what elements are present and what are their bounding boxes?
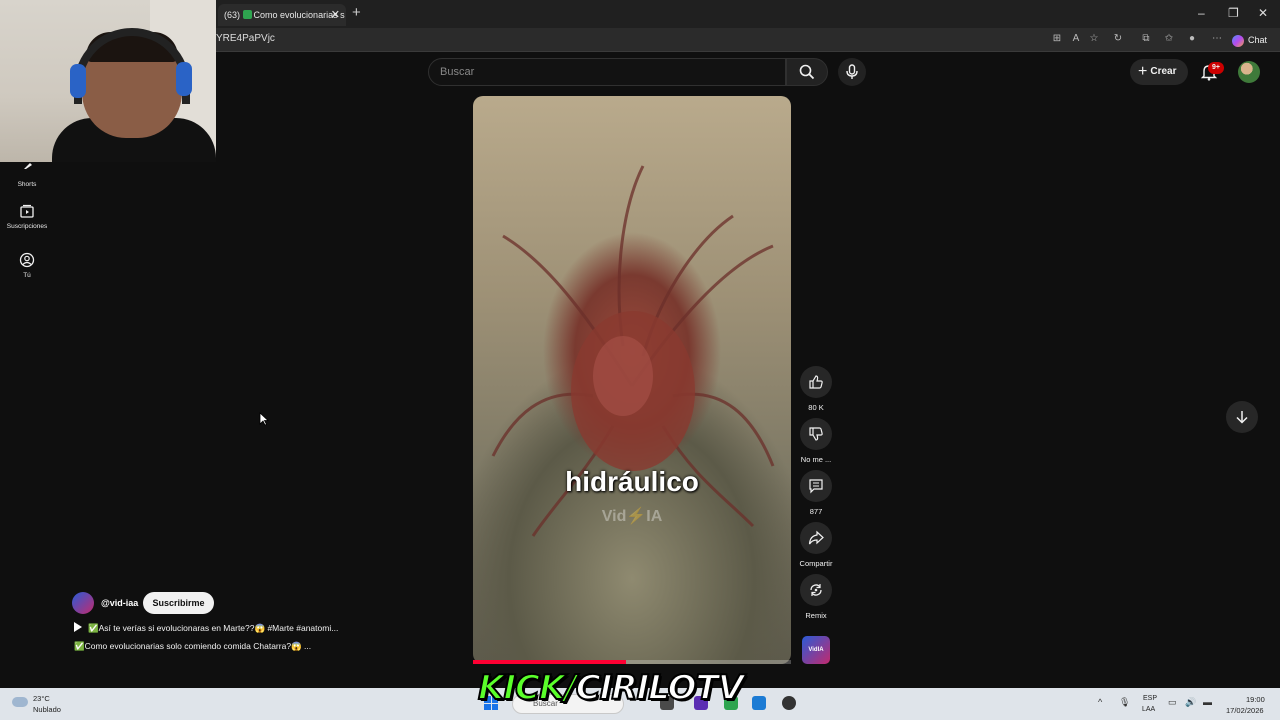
comments-button[interactable] [800,470,832,502]
copilot-chat-button[interactable]: Chat [1232,31,1276,49]
shorts-icon [24,163,32,169]
video-title[interactable]: ✅Como evolucionarias solo comiendo comid… [74,641,311,652]
tab-close-icon[interactable]: ✕ [331,4,340,26]
you-icon [19,252,35,268]
subscribe-button[interactable]: Suscribirme [143,592,214,614]
weather-condition[interactable]: Nublado [33,705,61,714]
clock-time[interactable]: 19:00 [1246,695,1265,704]
webcam-overlay [0,0,216,162]
copilot-icon [1232,34,1244,47]
shorts-video-player[interactable] [473,96,791,664]
channel-thumbnail-button[interactable]: VidIA [802,636,830,664]
create-button[interactable]: + Crear [1130,59,1188,85]
share-icon [808,530,824,545]
search-input[interactable]: Buscar [428,58,786,86]
language-indicator[interactable]: ESP [1143,695,1157,702]
comment-count: 877 [809,507,823,516]
channel-branding-text: CIRILOTV [575,667,745,709]
keyboard-layout[interactable]: LAA [1142,706,1155,713]
stream-branding-overlay: KICK/CIRILOTV [477,667,745,709]
remix-icon [810,584,822,596]
weather-temperature[interactable]: 23°C [33,694,50,703]
play-icon [74,622,82,632]
video-caption: hidráulico [565,466,699,497]
channel-handle[interactable]: @vid-iaa [101,598,138,608]
sidebar-item-label: Tú [23,272,31,279]
search-icon [799,64,815,80]
close-icon[interactable]: ✕ [1258,4,1268,22]
minimize-icon[interactable]: – [1198,4,1205,22]
microphone-icon [846,64,858,79]
video-watermark: Vid⚡IA [601,508,663,525]
playlist-title: ✅Así te verías si evolucionaras en Marte… [88,623,339,633]
arrow-down-icon [1236,411,1248,424]
check-icon [242,10,252,19]
dislike-label: No me ... [800,455,832,464]
thumbs-up-icon [809,375,823,389]
extensions-icon[interactable]: ⧉ [1139,32,1153,46]
thumbs-down-icon [809,427,823,441]
read-aloud-icon[interactable]: A [1069,32,1083,46]
voice-search-button[interactable] [838,58,866,86]
channel-avatar[interactable] [72,592,94,614]
notification-badge: 9+ [1208,62,1224,74]
dislike-button[interactable] [800,418,832,450]
comment-icon [809,479,823,494]
edge-browser-icon[interactable] [752,696,766,710]
next-video-button[interactable] [1226,401,1258,433]
tab-count: (63) [224,10,241,20]
refresh-icon[interactable]: ↻ [1111,32,1125,46]
share-button[interactable] [800,522,832,554]
heart-illustration [491,165,775,537]
subscriptions-icon [20,204,34,218]
plus-icon: + [1138,63,1148,80]
app-icon[interactable]: ⊞ [1050,32,1064,46]
kick-text: KICK [477,667,566,709]
sidebar-item-you[interactable]: Tú [0,252,54,279]
url-text[interactable]: YRE4PaPVjc [216,33,275,44]
network-icon[interactable]: ▭ [1168,697,1177,708]
video-progress-fill [473,660,626,664]
playlist-link[interactable]: ✅Así te verías si evolucionaras en Marte… [74,622,338,634]
sidebar-item-label: Shorts [17,181,37,188]
profile-icon[interactable]: ● [1185,32,1199,46]
search-button[interactable] [786,58,828,86]
remix-button[interactable] [800,574,832,606]
sidebar-item-label: Suscripciones [6,223,48,230]
obs-app-icon[interactable] [782,696,796,710]
favorites-icon[interactable]: ✩ [1162,32,1176,46]
microphone-tray-icon[interactable]: 🎙 [1119,697,1130,708]
share-label: Compartir [799,559,833,568]
chevron-up-icon[interactable]: ^ [1098,697,1102,707]
browser-tab[interactable]: (63) Como evolucionarias s ✕ [218,4,346,26]
sidebar-item-shorts[interactable]: Shorts [0,161,54,188]
account-avatar[interactable] [1238,61,1260,83]
branding-separator: / [563,667,578,709]
more-menu-icon[interactable]: ⋯ [1210,32,1224,46]
remix-label: Remix [805,611,827,620]
chat-label: Chat [1248,35,1268,45]
volume-icon[interactable]: 🔊 [1185,697,1196,708]
sidebar-item-subscriptions[interactable]: Suscripciones [0,203,54,230]
like-button[interactable] [800,366,832,398]
new-tab-button[interactable]: + [352,4,368,22]
favorite-star-icon[interactable]: ☆ [1087,32,1101,46]
restore-icon[interactable]: ❐ [1228,4,1239,22]
mouse-cursor-icon [259,412,269,426]
create-label: Crear [1150,66,1177,77]
battery-icon[interactable]: ▬ [1203,697,1212,707]
like-count: 80 K [808,403,824,412]
clock-date[interactable]: 17/02/2026 [1226,706,1264,715]
cloud-icon [12,697,28,707]
